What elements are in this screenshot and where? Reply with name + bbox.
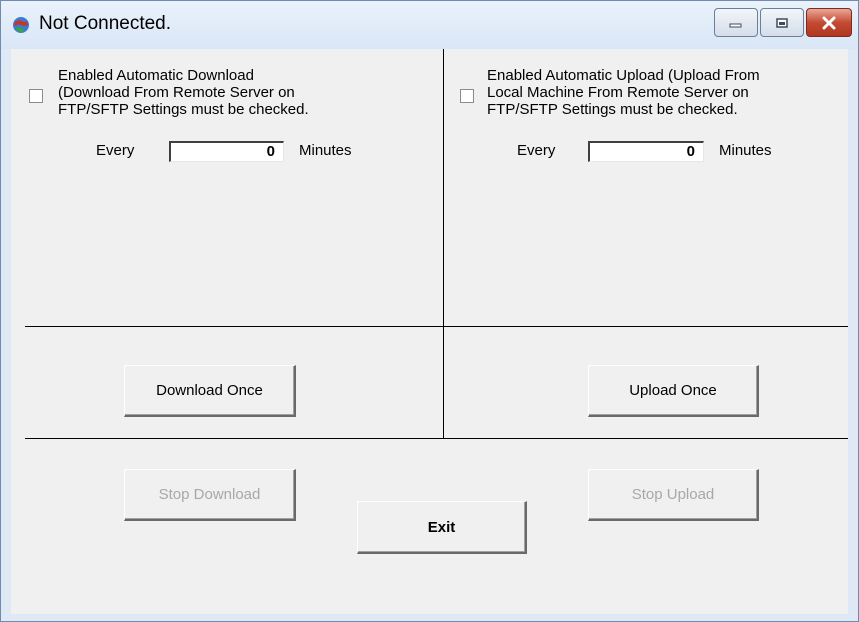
panel-divider-top [25,326,848,327]
auto-upload-label: Enabled Automatic Upload (Upload From Lo… [487,67,760,118]
download-every-label: Every [96,142,135,159]
download-once-button[interactable]: Download Once [124,365,296,417]
minimize-icon [729,23,742,27]
upload-minutes-input[interactable]: 0 [588,141,704,162]
download-minutes-input[interactable]: 0 [169,141,284,162]
upload-every-label: Every [517,142,556,159]
exit-button[interactable]: Exit [357,501,527,554]
stop-upload-button[interactable]: Stop Upload [588,469,759,521]
panel-divider-vertical [443,49,444,439]
auto-upload-checkbox[interactable] [460,89,474,103]
download-minutes-label: Minutes [299,142,352,159]
close-button[interactable] [806,8,852,37]
upload-once-button[interactable]: Upload Once [588,365,759,417]
window-title: Not Connected. [39,13,172,34]
auto-download-label: Enabled Automatic Download (Download Fro… [58,67,309,118]
auto-download-checkbox[interactable] [29,89,43,103]
window-controls [712,8,852,37]
title-bar[interactable]: Not Connected. [1,1,858,49]
upload-minutes-label: Minutes [719,142,772,159]
maximize-icon [776,17,788,28]
app-window: Not Connected. Enabled Automatic Downloa… [0,0,859,622]
minimize-button[interactable] [714,8,758,37]
close-icon [822,16,836,29]
stop-download-button[interactable]: Stop Download [124,469,296,521]
globe-icon [13,17,29,33]
maximize-button[interactable] [760,8,804,37]
panel-divider-bottom [25,438,848,439]
main-panel: Enabled Automatic Download (Download Fro… [11,49,848,614]
